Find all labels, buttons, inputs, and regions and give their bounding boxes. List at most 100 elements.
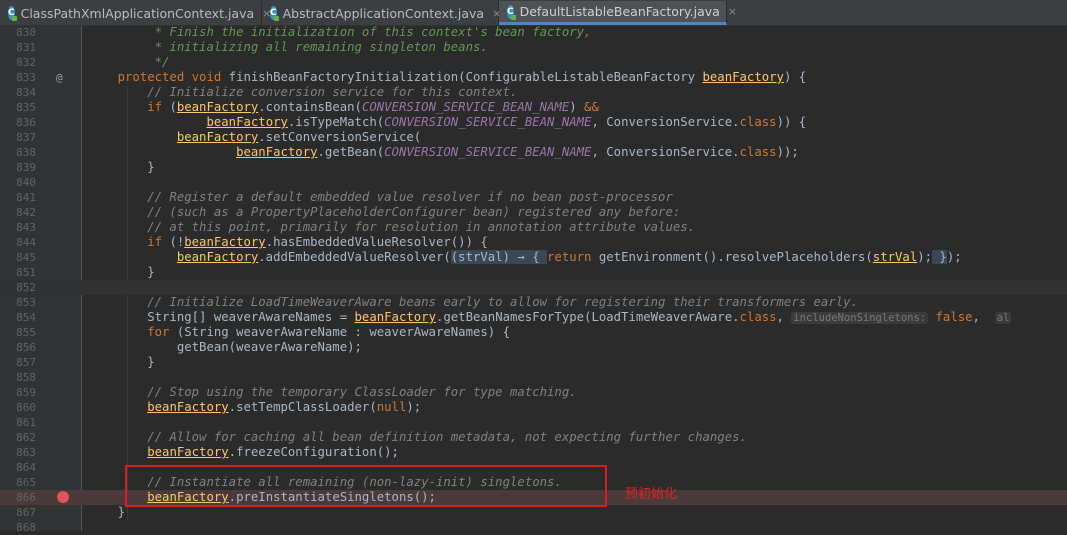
code-line[interactable]: 843 // at this point, primarily for reso… bbox=[0, 220, 1067, 235]
code-token: )) { bbox=[776, 115, 807, 129]
code-token: getEnvironment().resolvePlaceholders( bbox=[598, 250, 873, 264]
code-text: if (beanFactory.containsBean(CONVERSION_… bbox=[88, 100, 599, 115]
code-line[interactable]: 858 bbox=[0, 370, 1067, 385]
code-text: beanFactory.setTempClassLoader(null); bbox=[88, 400, 421, 415]
code-text: } bbox=[88, 265, 154, 280]
code-line[interactable]: 856 getBean(weaverAwareName); bbox=[0, 340, 1067, 355]
editor-tab-label: ClassPathXmlApplicationContext.java bbox=[20, 5, 255, 21]
code-text: // Register a default embedded value res… bbox=[88, 190, 673, 205]
code-token: beanFactory bbox=[147, 445, 229, 459]
code-line[interactable]: 840 bbox=[0, 175, 1067, 190]
code-line[interactable]: 830 * Finish the initialization of this … bbox=[0, 25, 1067, 40]
annotation-highlight-box bbox=[125, 465, 607, 507]
folded-region[interactable]: (strVal) → { bbox=[450, 250, 548, 264]
line-number: 851 bbox=[16, 266, 36, 279]
code-text: // Initialize LoadTimeWeaverAware beans … bbox=[88, 295, 858, 310]
code-line[interactable]: 839 } bbox=[0, 160, 1067, 175]
code-line[interactable]: 863 beanFactory.freezeConfiguration(); bbox=[0, 445, 1067, 460]
code-text: */ bbox=[88, 55, 170, 70]
code-token: false bbox=[928, 310, 973, 324]
code-token: protected void bbox=[88, 70, 229, 84]
code-token: ); bbox=[946, 250, 962, 264]
line-number: 861 bbox=[16, 416, 36, 429]
code-line[interactable]: 857 } bbox=[0, 355, 1067, 370]
line-number: 830 bbox=[16, 26, 36, 39]
code-token: // at this point, primarily for resoluti… bbox=[88, 220, 696, 234]
code-line[interactable]: 838 beanFactory.getBean(CONVERSION_SERVI… bbox=[0, 145, 1067, 160]
java-class-icon: C bbox=[507, 4, 516, 20]
code-line[interactable]: 837 beanFactory.setConversionService( bbox=[0, 130, 1067, 145]
line-number: 865 bbox=[16, 476, 36, 489]
code-token: // (such as a PropertyPlaceholderConfigu… bbox=[88, 205, 681, 219]
line-number: 859 bbox=[16, 386, 36, 399]
code-line[interactable]: 861 bbox=[0, 415, 1067, 430]
code-line[interactable]: 832 */ bbox=[0, 55, 1067, 70]
code-token: ( bbox=[169, 100, 177, 114]
code-line[interactable]: 867 } bbox=[0, 505, 1067, 520]
close-icon[interactable]: × bbox=[728, 5, 737, 18]
code-line[interactable]: 835 if (beanFactory.containsBean(CONVERS… bbox=[0, 100, 1067, 115]
code-text: // at this point, primarily for resoluti… bbox=[88, 220, 695, 235]
code-token: if bbox=[88, 235, 170, 249]
folded-region[interactable]: } bbox=[932, 250, 947, 264]
code-token: String[] weaverAwareNames = bbox=[88, 310, 355, 324]
code-line[interactable]: 834 // Initialize conversion service for… bbox=[0, 85, 1067, 100]
code-line[interactable]: 844 if (!beanFactory.hasEmbeddedValueRes… bbox=[0, 235, 1067, 250]
line-number: 854 bbox=[16, 311, 36, 324]
parameter-hint: al bbox=[994, 312, 1012, 324]
line-number: 845 bbox=[16, 251, 36, 264]
editor-tab-3[interactable]: C DefaultListableBeanFactory.java × bbox=[499, 1, 737, 25]
code-line[interactable]: 854 String[] weaverAwareNames = beanFact… bbox=[0, 310, 1067, 325]
code-text: * Finish the initialization of this cont… bbox=[88, 25, 592, 40]
code-line[interactable]: 852 bbox=[0, 280, 1067, 295]
code-line[interactable]: 862 // Allow for caching all bean defini… bbox=[0, 430, 1067, 445]
code-token: beanFactory bbox=[354, 310, 436, 324]
line-number: 843 bbox=[16, 221, 36, 234]
code-line[interactable]: 859 // Stop using the temporary ClassLoa… bbox=[0, 385, 1067, 400]
code-text: * initializing all remaining singleton b… bbox=[88, 40, 488, 55]
line-number: 853 bbox=[16, 296, 36, 309]
code-token: , ConversionService. bbox=[591, 115, 740, 129]
code-token: // Register a default embedded value res… bbox=[88, 190, 673, 204]
line-number: 868 bbox=[16, 521, 36, 534]
code-token: // Allow for caching all bean definition… bbox=[88, 430, 747, 444]
code-line[interactable]: 833 protected void finishBeanFactoryInit… bbox=[0, 70, 1067, 85]
code-token: , bbox=[972, 310, 995, 324]
line-number: 841 bbox=[16, 191, 36, 204]
breakpoint-icon[interactable] bbox=[57, 491, 69, 503]
code-line[interactable]: 860 beanFactory.setTempClassLoader(null)… bbox=[0, 400, 1067, 415]
code-token: ); bbox=[917, 250, 933, 264]
code-text: // Allow for caching all bean definition… bbox=[88, 430, 747, 445]
code-editor[interactable]: 830 * Finish the initialization of this … bbox=[0, 25, 1067, 534]
code-text: beanFactory.addEmbeddedValueResolver((st… bbox=[88, 250, 962, 265]
code-token: CONVERSION_SERVICE_BEAN_NAME bbox=[384, 145, 592, 159]
code-token: beanFactory bbox=[206, 115, 288, 129]
code-token: .setTempClassLoader( bbox=[228, 400, 377, 414]
code-line[interactable]: 855 for (String weaverAwareName : weaver… bbox=[0, 325, 1067, 340]
code-line[interactable]: 868 bbox=[0, 520, 1067, 535]
code-token: beanFactory bbox=[176, 100, 259, 114]
code-line[interactable]: 845 beanFactory.addEmbeddedValueResolver… bbox=[0, 250, 1067, 265]
code-line[interactable]: 853 // Initialize LoadTimeWeaverAware be… bbox=[0, 295, 1067, 310]
code-token: ) { bbox=[783, 70, 807, 84]
code-line[interactable]: 841 // Register a default embedded value… bbox=[0, 190, 1067, 205]
code-line[interactable]: 831 * initializing all remaining singlet… bbox=[0, 40, 1067, 55]
editor-tab-1[interactable]: C ClassPathXmlApplicationContext.java × bbox=[0, 1, 271, 25]
editor-tab-2[interactable]: C AbstractApplicationContext.java × bbox=[262, 1, 501, 25]
code-token: .hasEmbeddedValueResolver()) { bbox=[265, 235, 488, 249]
line-number: 842 bbox=[16, 206, 36, 219]
code-token: } bbox=[88, 160, 155, 174]
override-method-icon[interactable]: @ bbox=[56, 70, 63, 85]
code-line[interactable]: 836 beanFactory.isTypeMatch(CONVERSION_S… bbox=[0, 115, 1067, 130]
code-token: .getBean( bbox=[317, 145, 385, 159]
code-token: CONVERSION_SERVICE_BEAN_NAME bbox=[361, 100, 570, 114]
code-line[interactable]: 851 } bbox=[0, 265, 1067, 280]
code-text: } bbox=[88, 505, 125, 520]
code-text: for (String weaverAwareName : weaverAwar… bbox=[88, 325, 510, 340]
editor-tab-bar: C ClassPathXmlApplicationContext.java × C Ab… bbox=[0, 0, 1067, 26]
code-line[interactable]: 842 // (such as a PropertyPlaceholderCon… bbox=[0, 205, 1067, 220]
